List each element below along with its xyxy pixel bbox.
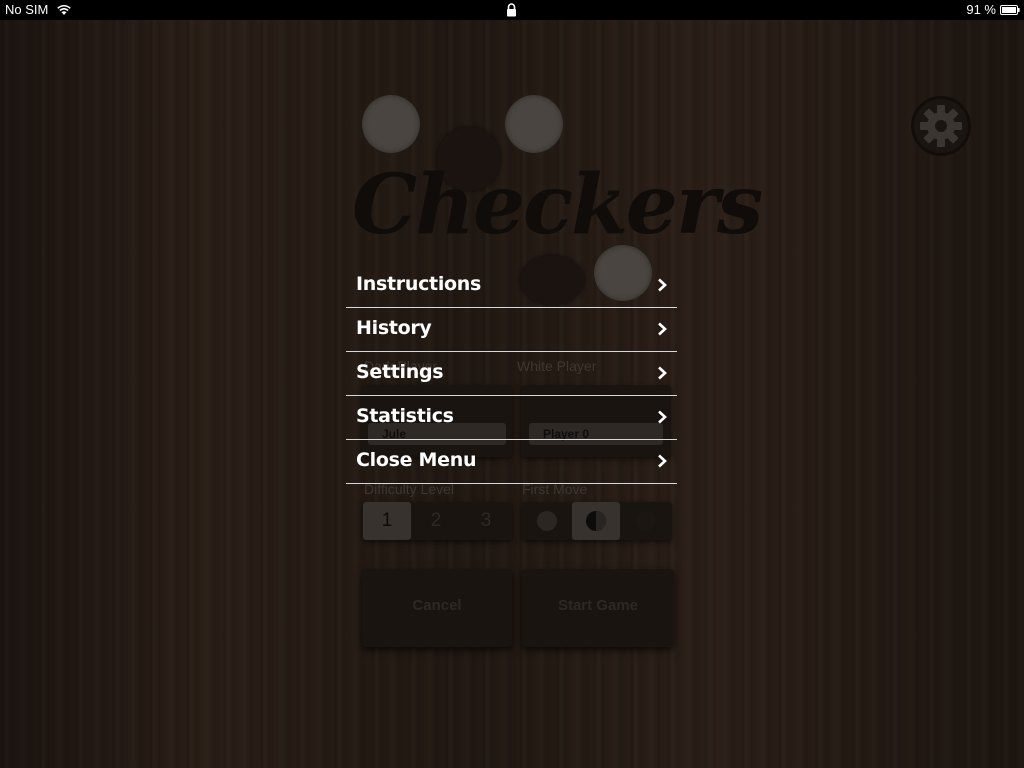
chevron-right-icon bbox=[658, 366, 667, 380]
start-game-button[interactable]: Start Game bbox=[522, 569, 674, 647]
app-root: No SIM 91 % Checkers Dark Player White P… bbox=[0, 0, 1024, 768]
menu-item-label: Close Menu bbox=[356, 449, 477, 471]
chevron-right-icon bbox=[658, 410, 667, 424]
checker-light-piece bbox=[362, 95, 420, 153]
menu-item-label: Settings bbox=[356, 361, 444, 383]
checker-light-piece bbox=[505, 95, 563, 153]
difficulty-option-1[interactable]: 1 bbox=[363, 502, 411, 540]
dark-piece-icon bbox=[537, 511, 557, 531]
first-move-dark[interactable] bbox=[523, 502, 571, 540]
chevron-right-icon bbox=[658, 454, 667, 468]
menu-item-statistics[interactable]: Statistics bbox=[346, 396, 677, 440]
difficulty-selector: 1 2 3 bbox=[362, 502, 512, 540]
menu-item-history[interactable]: History bbox=[346, 308, 677, 352]
first-move-white[interactable] bbox=[622, 502, 670, 540]
first-move-selector bbox=[522, 502, 672, 540]
menu-item-label: History bbox=[356, 317, 432, 339]
menu-item-settings[interactable]: Settings bbox=[346, 352, 677, 396]
start-game-button-label: Start Game bbox=[557, 597, 639, 614]
lock-icon bbox=[507, 3, 516, 17]
carrier-label: No SIM bbox=[5, 2, 49, 17]
difficulty-option-2[interactable]: 2 bbox=[412, 502, 460, 540]
overlay-menu: Instructions History Settings Statistics… bbox=[346, 264, 677, 484]
chevron-right-icon bbox=[658, 322, 667, 336]
cancel-button-label: Cancel bbox=[412, 597, 462, 614]
chevron-right-icon bbox=[658, 278, 667, 292]
white-piece-icon bbox=[636, 511, 656, 531]
gear-icon[interactable] bbox=[910, 95, 972, 157]
first-move-random[interactable] bbox=[572, 502, 620, 540]
menu-item-label: Instructions bbox=[356, 273, 482, 295]
status-bar: No SIM 91 % bbox=[0, 0, 1024, 20]
battery-percent: 91 % bbox=[966, 2, 996, 17]
battery-icon bbox=[1000, 5, 1020, 15]
half-piece-icon bbox=[586, 511, 606, 531]
difficulty-option-3[interactable]: 3 bbox=[462, 502, 510, 540]
menu-item-label: Statistics bbox=[356, 405, 454, 427]
menu-item-close-menu[interactable]: Close Menu bbox=[346, 440, 677, 484]
checkers-logo: Checkers bbox=[352, 157, 763, 253]
cancel-button[interactable]: Cancel bbox=[362, 569, 512, 647]
wifi-icon bbox=[57, 4, 71, 15]
menu-item-instructions[interactable]: Instructions bbox=[346, 264, 677, 308]
